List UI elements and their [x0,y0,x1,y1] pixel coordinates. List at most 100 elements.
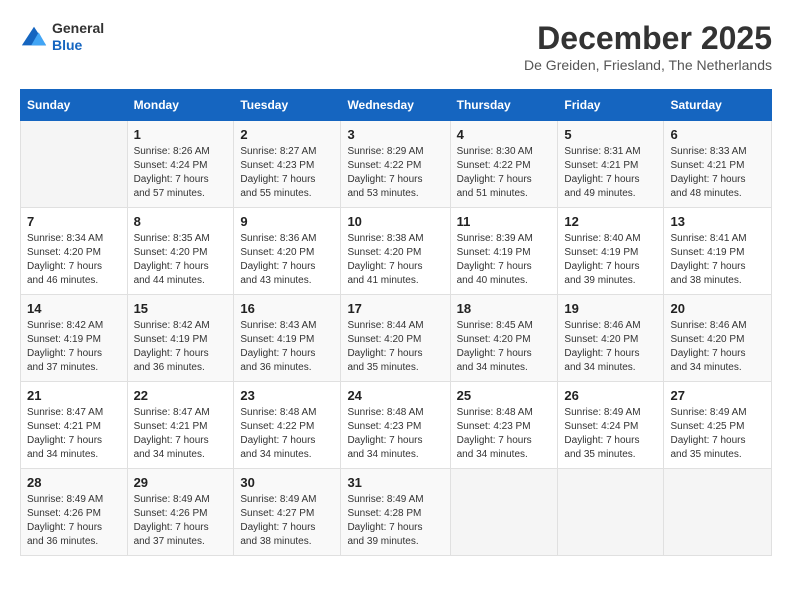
calendar-cell: 7 Sunrise: 8:34 AM Sunset: 4:20 PM Daylig… [21,208,128,295]
day-info: Sunrise: 8:35 AM Sunset: 4:20 PM Dayligh… [134,232,228,288]
day-info: Sunrise: 8:46 AM Sunset: 4:20 PM Dayligh… [670,319,765,375]
day-info: Sunrise: 8:31 AM Sunset: 4:21 PM Dayligh… [564,145,657,201]
calendar-week-2: 7 Sunrise: 8:34 AM Sunset: 4:20 PM Daylig… [21,208,772,295]
calendar-table: SundayMondayTuesdayWednesdayThursdayFrid… [20,89,772,556]
day-info: Sunrise: 8:44 AM Sunset: 4:20 PM Dayligh… [347,319,443,375]
calendar-cell [664,469,772,556]
calendar-cell: 25 Sunrise: 8:48 AM Sunset: 4:23 PM Dayli… [450,382,558,469]
calendar-cell: 13 Sunrise: 8:41 AM Sunset: 4:19 PM Dayli… [664,208,772,295]
calendar-week-3: 14 Sunrise: 8:42 AM Sunset: 4:19 PM Dayli… [21,295,772,382]
location: De Greiden, Friesland, The Netherlands [524,57,772,73]
day-info: Sunrise: 8:38 AM Sunset: 4:20 PM Dayligh… [347,232,443,288]
day-number: 31 [347,475,443,490]
calendar-cell [450,469,558,556]
calendar-cell [21,121,128,208]
day-number: 20 [670,301,765,316]
day-number: 2 [240,127,334,142]
day-number: 19 [564,301,657,316]
calendar-cell: 27 Sunrise: 8:49 AM Sunset: 4:25 PM Dayli… [664,382,772,469]
day-number: 9 [240,214,334,229]
day-number: 22 [134,388,228,403]
calendar-cell: 28 Sunrise: 8:49 AM Sunset: 4:26 PM Dayli… [21,469,128,556]
day-number: 5 [564,127,657,142]
day-info: Sunrise: 8:36 AM Sunset: 4:20 PM Dayligh… [240,232,334,288]
logo-text: General Blue [52,20,104,54]
calendar-week-5: 28 Sunrise: 8:49 AM Sunset: 4:26 PM Dayli… [21,469,772,556]
day-number: 1 [134,127,228,142]
day-info: Sunrise: 8:29 AM Sunset: 4:22 PM Dayligh… [347,145,443,201]
day-info: Sunrise: 8:42 AM Sunset: 4:19 PM Dayligh… [134,319,228,375]
day-info: Sunrise: 8:26 AM Sunset: 4:24 PM Dayligh… [134,145,228,201]
day-number: 27 [670,388,765,403]
logo-icon [20,23,48,51]
calendar-cell: 29 Sunrise: 8:49 AM Sunset: 4:26 PM Dayli… [127,469,234,556]
day-info: Sunrise: 8:46 AM Sunset: 4:20 PM Dayligh… [564,319,657,375]
header-friday: Friday [558,90,664,121]
day-number: 12 [564,214,657,229]
header-monday: Monday [127,90,234,121]
day-info: Sunrise: 8:39 AM Sunset: 4:19 PM Dayligh… [457,232,552,288]
header-thursday: Thursday [450,90,558,121]
day-number: 3 [347,127,443,142]
day-info: Sunrise: 8:41 AM Sunset: 4:19 PM Dayligh… [670,232,765,288]
day-number: 25 [457,388,552,403]
day-info: Sunrise: 8:49 AM Sunset: 4:26 PM Dayligh… [27,493,121,549]
day-number: 16 [240,301,334,316]
calendar-cell: 23Sunrise: 8:48 AM Sunset: 4:22 PM Dayli… [234,382,341,469]
header-wednesday: Wednesday [341,90,450,121]
calendar-cell: 6 Sunrise: 8:33 AM Sunset: 4:21 PM Daylig… [664,121,772,208]
calendar-cell: 9 Sunrise: 8:36 AM Sunset: 4:20 PM Daylig… [234,208,341,295]
day-info: Sunrise: 8:33 AM Sunset: 4:21 PM Dayligh… [670,145,765,201]
calendar-cell: 12 Sunrise: 8:40 AM Sunset: 4:19 PM Dayli… [558,208,664,295]
calendar-cell: 17 Sunrise: 8:44 AM Sunset: 4:20 PM Dayli… [341,295,450,382]
calendar-cell: 26Sunrise: 8:49 AM Sunset: 4:24 PM Dayli… [558,382,664,469]
calendar-cell: 5 Sunrise: 8:31 AM Sunset: 4:21 PM Daylig… [558,121,664,208]
day-info: Sunrise: 8:49 AM Sunset: 4:25 PM Dayligh… [670,406,765,462]
title-area: December 2025 De Greiden, Friesland, The… [524,20,772,73]
day-info: Sunrise: 8:49 AM Sunset: 4:27 PM Dayligh… [240,493,334,549]
day-number: 21 [27,388,121,403]
day-number: 29 [134,475,228,490]
calendar-cell: 10 Sunrise: 8:38 AM Sunset: 4:20 PM Dayli… [341,208,450,295]
calendar-cell: 4Sunrise: 8:30 AM Sunset: 4:22 PM Daylig… [450,121,558,208]
day-number: 7 [27,214,121,229]
calendar-cell: 18Sunrise: 8:45 AM Sunset: 4:20 PM Dayli… [450,295,558,382]
header-sunday: Sunday [21,90,128,121]
calendar-cell: 19 Sunrise: 8:46 AM Sunset: 4:20 PM Dayli… [558,295,664,382]
day-info: Sunrise: 8:49 AM Sunset: 4:26 PM Dayligh… [134,493,228,549]
day-number: 28 [27,475,121,490]
month-title: December 2025 [524,20,772,57]
calendar-cell: 1 Sunrise: 8:26 AM Sunset: 4:24 PM Daylig… [127,121,234,208]
day-number: 8 [134,214,228,229]
day-info: Sunrise: 8:27 AM Sunset: 4:23 PM Dayligh… [240,145,334,201]
day-number: 6 [670,127,765,142]
day-info: Sunrise: 8:34 AM Sunset: 4:20 PM Dayligh… [27,232,121,288]
logo: General Blue [20,20,104,54]
calendar-week-4: 21Sunrise: 8:47 AM Sunset: 4:21 PM Dayli… [21,382,772,469]
calendar-cell: 8 Sunrise: 8:35 AM Sunset: 4:20 PM Daylig… [127,208,234,295]
calendar-cell: 3 Sunrise: 8:29 AM Sunset: 4:22 PM Daylig… [341,121,450,208]
calendar-cell: 30 Sunrise: 8:49 AM Sunset: 4:27 PM Dayli… [234,469,341,556]
day-number: 13 [670,214,765,229]
calendar-cell: 20 Sunrise: 8:46 AM Sunset: 4:20 PM Dayli… [664,295,772,382]
calendar-cell: 16Sunrise: 8:43 AM Sunset: 4:19 PM Dayli… [234,295,341,382]
day-number: 11 [457,214,552,229]
day-info: Sunrise: 8:45 AM Sunset: 4:20 PM Dayligh… [457,319,552,375]
day-info: Sunrise: 8:49 AM Sunset: 4:28 PM Dayligh… [347,493,443,549]
day-info: Sunrise: 8:42 AM Sunset: 4:19 PM Dayligh… [27,319,121,375]
day-number: 30 [240,475,334,490]
calendar-week-1: 1 Sunrise: 8:26 AM Sunset: 4:24 PM Daylig… [21,121,772,208]
calendar-header-row: SundayMondayTuesdayWednesdayThursdayFrid… [21,90,772,121]
day-info: Sunrise: 8:48 AM Sunset: 4:22 PM Dayligh… [240,406,334,462]
calendar-cell: 21Sunrise: 8:47 AM Sunset: 4:21 PM Dayli… [21,382,128,469]
calendar-cell: 2 Sunrise: 8:27 AM Sunset: 4:23 PM Daylig… [234,121,341,208]
day-info: Sunrise: 8:49 AM Sunset: 4:24 PM Dayligh… [564,406,657,462]
day-number: 14 [27,301,121,316]
calendar-cell [558,469,664,556]
day-info: Sunrise: 8:48 AM Sunset: 4:23 PM Dayligh… [457,406,552,462]
day-info: Sunrise: 8:40 AM Sunset: 4:19 PM Dayligh… [564,232,657,288]
calendar-cell: 31 Sunrise: 8:49 AM Sunset: 4:28 PM Dayli… [341,469,450,556]
day-number: 10 [347,214,443,229]
day-number: 17 [347,301,443,316]
day-number: 24 [347,388,443,403]
